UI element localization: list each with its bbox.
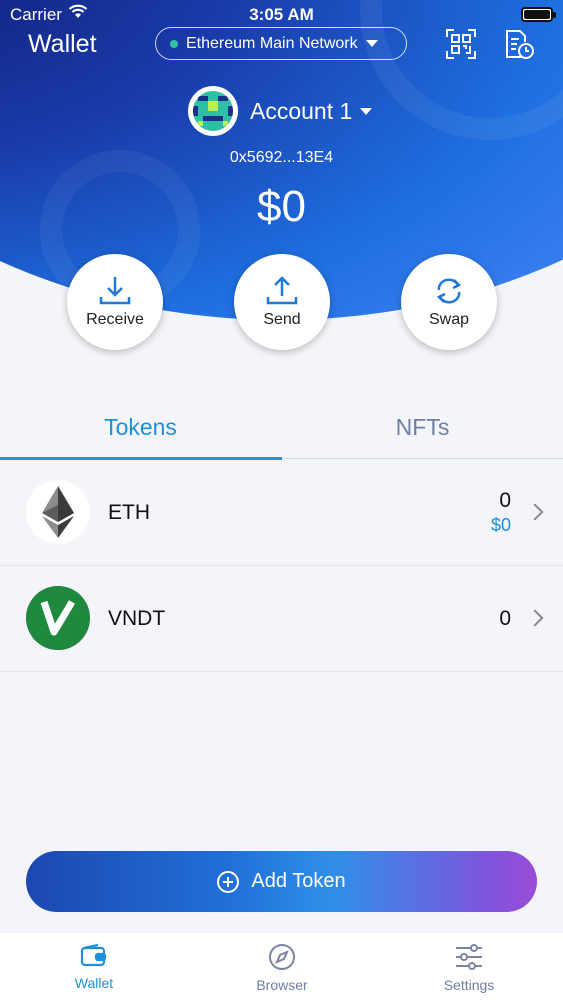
upload-icon: [266, 276, 298, 305]
plus-circle-icon: [217, 870, 240, 893]
swap-label: Swap: [428, 311, 470, 328]
battery-icon: [521, 7, 556, 22]
status-time: 3:05 AM: [249, 5, 314, 24]
asset-tabs: Tokens NFTs: [0, 395, 563, 460]
sliders-icon: [456, 944, 482, 970]
ethereum-logo-icon: [26, 480, 90, 544]
status-bar: Carrier 3:05 AM: [0, 0, 563, 30]
token-row-vndt[interactable]: VNDT 0: [0, 566, 563, 672]
network-status-dot: [170, 39, 178, 48]
download-icon: [99, 277, 131, 305]
wallet-icon: [80, 943, 107, 967]
tabbar-settings[interactable]: Settings: [375, 943, 563, 993]
token-fiat-value: $0: [490, 515, 511, 535]
tabbar-label: Wallet: [74, 975, 114, 991]
chevron-down-icon: [360, 107, 373, 115]
tab-tokens[interactable]: Tokens: [0, 395, 281, 459]
token-amount: 0: [499, 607, 511, 630]
network-selector[interactable]: Ethereum Main Network: [155, 27, 407, 60]
receive-button[interactable]: Receive: [67, 254, 163, 350]
vndt-logo-icon: [26, 586, 90, 650]
document-clock-icon[interactable]: [503, 28, 535, 60]
tabbar-wallet[interactable]: Wallet: [0, 943, 188, 991]
token-amount: 0: [499, 489, 511, 512]
network-name: Ethereum Main Network: [186, 34, 358, 52]
tab-nfts[interactable]: NFTs: [282, 395, 563, 459]
account-address[interactable]: 0x5692...13E4: [0, 149, 563, 167]
receive-label: Receive: [86, 311, 144, 328]
chevron-right-icon: [526, 503, 544, 521]
account-selector[interactable]: Account 1: [188, 86, 373, 136]
token-symbol: VNDT: [108, 607, 166, 630]
send-label: Send: [263, 311, 301, 328]
qr-scan-icon[interactable]: [445, 28, 477, 60]
swap-arrows-icon: [436, 278, 462, 304]
token-symbol: ETH: [108, 501, 150, 524]
chevron-down-icon: [365, 40, 378, 47]
account-balance: $0: [257, 182, 306, 231]
chevron-right-icon: [526, 609, 544, 627]
token-row-eth[interactable]: ETH 0 $0: [0, 460, 563, 566]
page-title: Wallet: [28, 30, 97, 58]
add-token-button[interactable]: Add Token: [26, 851, 537, 912]
tabbar-label: Browser: [256, 977, 308, 993]
send-button[interactable]: Send: [234, 254, 330, 350]
account-avatar: [188, 86, 238, 136]
compass-icon: [269, 944, 295, 970]
add-token-label: Add Token: [251, 870, 346, 892]
bottom-tab-bar: Wallet Browser Settings: [0, 933, 563, 1000]
account-name: Account 1: [250, 97, 353, 124]
tabbar-browser[interactable]: Browser: [188, 943, 376, 993]
identicon-icon: [193, 91, 233, 131]
swap-button[interactable]: Swap: [401, 254, 497, 350]
tabbar-label: Settings: [443, 977, 495, 993]
